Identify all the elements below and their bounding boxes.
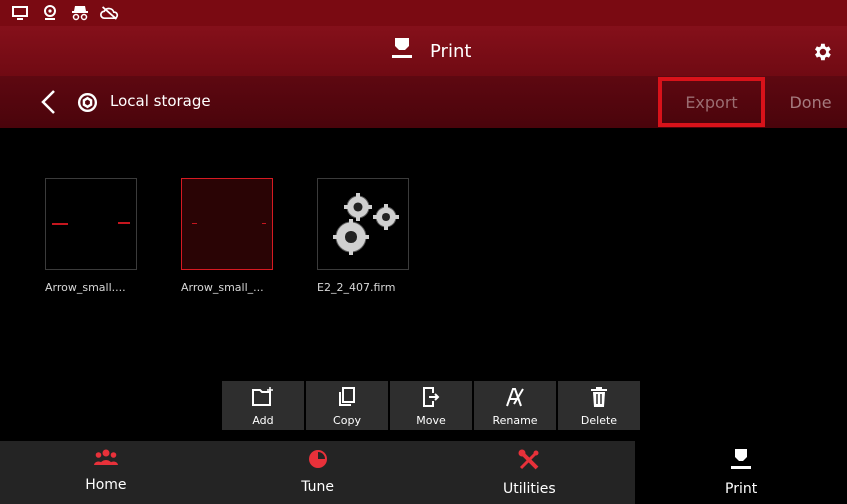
location-label: Local storage [110,92,211,110]
incognito-icon [70,4,89,22]
tab-tune-label: Tune [301,479,335,495]
gear-icon[interactable] [811,41,833,67]
file-thumbnail[interactable] [45,178,137,270]
add-folder-icon [252,387,274,411]
tab-home-label: Home [85,477,127,493]
model-preview-right [118,222,130,224]
printer-icon [392,38,412,64]
export-button[interactable]: Export [658,77,765,127]
model-preview-right [262,223,266,224]
move-icon [422,387,440,411]
tab-tune[interactable]: Tune [211,441,424,504]
tab-utilities-label: Utilities [503,481,556,497]
move-button[interactable]: Move [390,381,472,430]
file-name: Arrow_small.... [45,281,126,294]
rename-button[interactable]: Rename [474,381,556,430]
rename-icon [505,387,525,411]
delete-button[interactable]: Delete [558,381,640,430]
tab-utilities[interactable]: Utilities [423,441,636,504]
copy-icon [338,387,356,411]
add-label: Add [252,414,274,427]
location-bar: Local storage Export Done [0,76,847,128]
header: Print [0,26,847,76]
page-title: Print [430,40,472,62]
file-thumbnail[interactable] [317,178,409,270]
file-name: Arrow_small_... [181,281,264,294]
model-preview-left [52,223,68,225]
file-name: E2_2_407.firm [317,281,396,294]
tools-icon [518,449,540,475]
firmware-gears-icon [333,193,399,255]
copy-label: Copy [333,414,361,427]
chevron-left-icon[interactable] [36,88,64,116]
file-item-selected[interactable]: Arrow_small_... [181,178,273,294]
tab-home[interactable]: Home [0,441,212,504]
trash-icon [591,387,607,411]
tab-print-label: Print [725,481,758,497]
move-label: Move [416,414,446,427]
delete-label: Delete [580,414,618,427]
file-item[interactable]: Arrow_small.... [45,178,137,294]
pie-chart-icon [308,449,328,473]
file-actions-toolbar: Add Copy Move Rename Delete [222,381,640,430]
bottom-tab-bar: Home Tune Utilities Print [0,441,847,504]
rename-label: Rename [492,414,538,427]
storage-icon [77,92,98,113]
cloud-off-icon [100,4,119,22]
model-preview-left [192,223,197,224]
people-icon [93,449,118,471]
add-button[interactable]: Add [222,381,304,430]
monitor-icon [10,4,29,22]
done-button[interactable]: Done [778,77,843,127]
file-item[interactable]: E2_2_407.firm [317,178,409,294]
copy-button[interactable]: Copy [306,381,388,430]
printer-icon [731,449,752,475]
status-bar [0,0,847,26]
webcam-icon [40,4,59,22]
tab-print[interactable]: Print [635,441,847,504]
file-thumbnail[interactable] [181,178,273,270]
